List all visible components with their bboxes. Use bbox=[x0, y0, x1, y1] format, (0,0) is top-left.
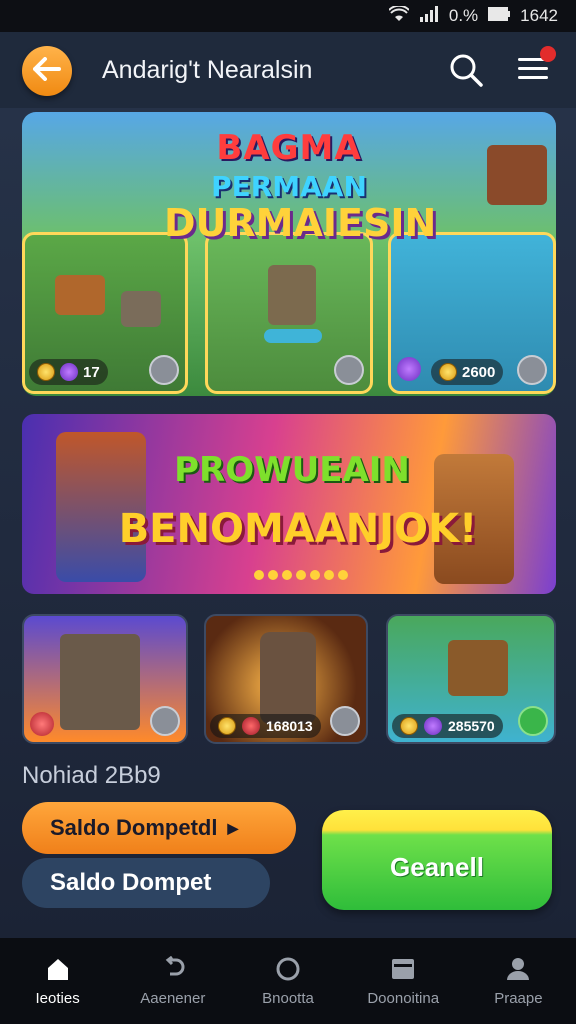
resource-chip: 17 bbox=[29, 359, 108, 385]
building-illustration bbox=[121, 291, 161, 327]
resource-value: 168013 bbox=[266, 718, 313, 734]
leaf-icon[interactable] bbox=[518, 706, 548, 736]
status-bar: 0.% 1642 bbox=[0, 0, 576, 32]
search-button[interactable] bbox=[448, 52, 484, 88]
search-icon bbox=[448, 54, 484, 92]
resource-chip: 168013 bbox=[210, 714, 321, 738]
banner-title-line: PERMAAN bbox=[211, 170, 367, 203]
hut-illustration bbox=[487, 145, 547, 205]
action-icon[interactable] bbox=[334, 355, 364, 385]
resource-value: 285570 bbox=[448, 718, 495, 734]
carousel-dots bbox=[254, 570, 348, 580]
gem-icon bbox=[60, 363, 78, 381]
building-illustration bbox=[55, 275, 105, 315]
menu-button[interactable] bbox=[516, 46, 556, 88]
saldo-secondary-label: Saldo Dompet bbox=[50, 869, 212, 896]
bottom-navigation: Ieoties Aaenener Bnootta Doonoitina Praa… bbox=[0, 938, 576, 1024]
shield-badge-icon bbox=[30, 712, 54, 736]
tower-illustration bbox=[60, 634, 140, 730]
arrow-left-icon bbox=[33, 56, 61, 86]
gem-icon bbox=[242, 717, 260, 735]
coin-icon bbox=[218, 717, 236, 735]
promo-banner[interactable]: PROWUEAIN BENOMAANJOK! bbox=[22, 414, 556, 594]
resource-value: 17 bbox=[83, 363, 100, 381]
coin-icon bbox=[439, 363, 457, 381]
gem-icon bbox=[397, 357, 421, 381]
banner-panel-village: 17 bbox=[22, 232, 188, 394]
gem-icon bbox=[424, 717, 442, 735]
app-bar: Andarig't Nearalsin bbox=[0, 32, 576, 108]
nav-item-circle[interactable]: Bnootta bbox=[230, 938, 345, 1024]
banner-title-line: DURMAIESIN bbox=[164, 201, 437, 245]
notification-badge bbox=[540, 46, 556, 62]
nav-item-wallet[interactable]: Doonoitina bbox=[346, 938, 461, 1024]
saldo-dompet-primary-button[interactable]: Saldo Dompetdl ▶ bbox=[22, 802, 296, 854]
home-icon bbox=[45, 956, 71, 982]
banner-title: BAGMA PERMAAN DURMAIESIN bbox=[164, 128, 437, 245]
signal-icon bbox=[419, 5, 439, 27]
wifi-icon bbox=[388, 4, 410, 27]
resource-value: 2600 bbox=[462, 363, 496, 381]
banner-title-line: BAGMA bbox=[216, 128, 362, 168]
game-card-tower[interactable] bbox=[22, 614, 188, 744]
person-icon bbox=[505, 956, 531, 982]
resource-chip: 285570 bbox=[392, 714, 503, 738]
green-button-label: Geanell bbox=[390, 851, 484, 882]
featured-banner[interactable]: 17 2600 BAGMA PERMAAN DURMAIESIN bbox=[22, 112, 556, 396]
nav-item-home[interactable]: Ieoties bbox=[0, 938, 115, 1024]
game-card-soldier[interactable]: 168013 bbox=[204, 614, 368, 744]
circle-icon bbox=[275, 956, 301, 982]
clock: 1642 bbox=[520, 6, 558, 25]
battery-icon bbox=[488, 6, 511, 26]
promo-title: PROWUEAIN bbox=[174, 450, 410, 490]
banner-panel-harbor: 2600 bbox=[388, 145, 556, 394]
coin-icon bbox=[37, 363, 55, 381]
action-icon[interactable] bbox=[330, 706, 360, 736]
refresh-icon bbox=[160, 955, 186, 982]
soldier-illustration bbox=[260, 632, 316, 724]
action-icon[interactable] bbox=[517, 355, 547, 385]
wallet-icon bbox=[390, 956, 416, 982]
promo-subtitle: BENOMAANJOK! bbox=[118, 506, 478, 552]
nav-item-profile[interactable]: Praape bbox=[461, 938, 576, 1024]
main-content: 17 2600 BAGMA PERMAAN DURMAIESIN PROWUEA… bbox=[0, 108, 576, 938]
nav-label: Praape bbox=[494, 989, 543, 1007]
hamburger-icon bbox=[516, 58, 550, 86]
saldo-dompet-button[interactable]: Saldo Dompet bbox=[22, 858, 270, 908]
resource-chip: 2600 bbox=[431, 359, 504, 385]
nav-item-refresh[interactable]: Aaenener bbox=[115, 938, 230, 1024]
coin-icon bbox=[400, 717, 418, 735]
tower-illustration bbox=[268, 265, 316, 325]
nav-label: Doonoitina bbox=[367, 989, 440, 1007]
action-icon[interactable] bbox=[149, 355, 179, 385]
hut-illustration bbox=[448, 640, 508, 696]
balance-label: Nohiad 2Bb9 bbox=[22, 762, 161, 789]
fountain-illustration bbox=[264, 329, 322, 343]
game-card-island[interactable]: 285570 bbox=[386, 614, 556, 744]
green-action-button[interactable]: Geanell bbox=[322, 810, 552, 910]
back-button[interactable] bbox=[22, 46, 72, 96]
action-icon[interactable] bbox=[150, 706, 180, 736]
nav-label: Bnootta bbox=[262, 989, 314, 1007]
nav-label: Aaenener bbox=[140, 989, 206, 1007]
battery-text: 0.% bbox=[448, 6, 479, 25]
page-title: Andarig't Nearalsin bbox=[102, 56, 313, 84]
banner-panel-plaza bbox=[205, 232, 373, 394]
play-arrow-icon: ▶ bbox=[227, 819, 239, 836]
saldo-primary-label: Saldo Dompetdl bbox=[50, 815, 218, 840]
nav-label: Ieoties bbox=[35, 989, 80, 1007]
